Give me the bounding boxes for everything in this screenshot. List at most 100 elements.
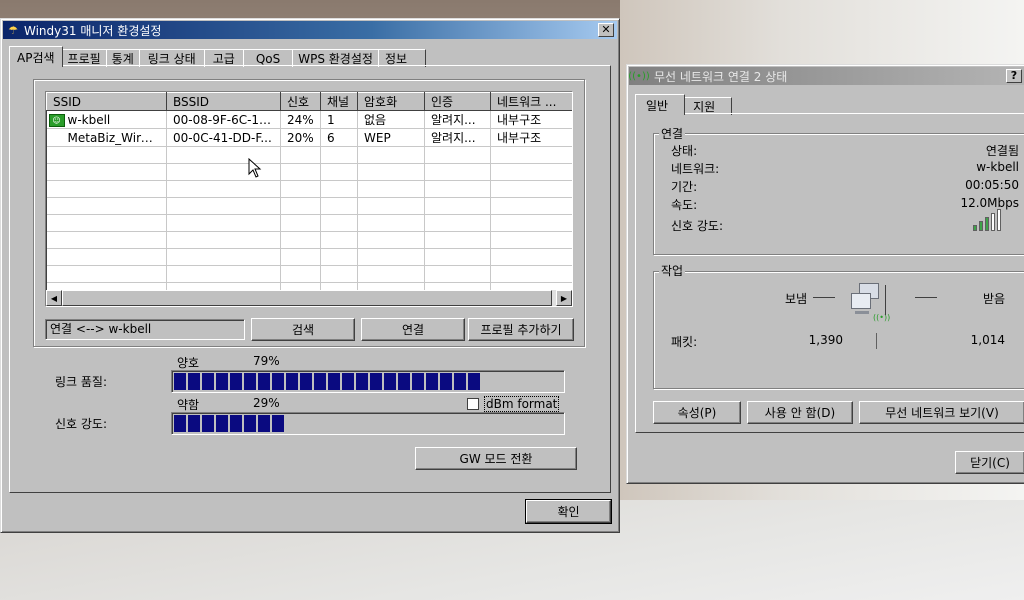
link-quality-percent: 79% <box>253 354 280 368</box>
progress-segment <box>356 373 368 390</box>
signal-bar <box>997 209 1001 231</box>
signal-cell: 24% <box>280 110 321 129</box>
ok-button[interactable]: 확인 <box>525 499 612 524</box>
table-row-empty <box>46 248 572 266</box>
column-header-signal[interactable]: 신호 <box>280 92 321 111</box>
progress-segment <box>328 373 340 390</box>
progress-segment <box>174 415 186 432</box>
tab-general[interactable]: 일반 <box>635 94 686 115</box>
table-row-empty <box>46 146 572 164</box>
connection-group <box>653 133 1024 255</box>
gw-mode-button[interactable]: GW 모드 전환 <box>415 447 577 470</box>
search-button[interactable]: 검색 <box>251 318 355 341</box>
column-header-network[interactable]: 네트워크 ... <box>490 92 572 111</box>
signal-cell: 20% <box>280 128 321 147</box>
column-header-channel[interactable]: 채널 <box>320 92 358 111</box>
table-row-empty <box>46 197 572 215</box>
progress-segment <box>314 373 326 390</box>
connection-status-text: 연결 <--> w-kbell <box>50 322 152 336</box>
received-packets-value: 1,014 <box>970 333 1005 347</box>
ap-list-table: SSID BSSID 신호 채널 암호화 인증 네트워크 ... ☺ w-kbel… <box>46 92 572 300</box>
scroll-right-icon[interactable]: ▶ <box>556 290 572 306</box>
disable-button[interactable]: 사용 안 함(D) <box>747 401 853 424</box>
add-profile-button[interactable]: 프로필 추가하기 <box>468 318 574 341</box>
dbm-format-checkbox[interactable] <box>467 398 479 410</box>
status-label: 상태: <box>671 144 698 158</box>
encryption-cell: WEP <box>357 128 425 147</box>
network-cell: 내부구조 <box>490 128 572 147</box>
network-cell: 내부구조 <box>490 110 572 129</box>
signal-bar <box>979 221 983 231</box>
packets-label: 패킷: <box>671 335 698 349</box>
progress-segment <box>216 373 228 390</box>
connect-button[interactable]: 연결 <box>361 318 465 341</box>
progress-segment <box>174 373 186 390</box>
duration-value: 00:05:50 <box>965 178 1019 192</box>
close-icon[interactable]: ✕ <box>598 23 614 37</box>
wireless-signal-icon: ((•)) <box>628 70 650 82</box>
auth-cell: 알려지... <box>424 128 491 147</box>
progress-segment <box>440 373 452 390</box>
signal-bar <box>985 217 989 231</box>
mouse-cursor-icon <box>248 158 262 178</box>
connection-group-label: 연결 <box>659 125 686 142</box>
column-header-auth[interactable]: 인증 <box>424 92 491 111</box>
progress-segment <box>468 373 480 390</box>
progress-segment <box>258 415 270 432</box>
network-label: 네트워크: <box>671 162 720 176</box>
progress-segment <box>202 415 214 432</box>
progress-segment <box>300 373 312 390</box>
scroll-left-icon[interactable]: ◀ <box>46 290 62 306</box>
progress-segment <box>188 373 200 390</box>
table-row[interactable]: MetaBiz_Wirel... 00-0C-41-DD-F... 20% 6 … <box>46 128 572 147</box>
channel-cell: 6 <box>320 128 358 147</box>
column-header-ssid[interactable]: SSID <box>46 92 167 111</box>
ap-list-h-scrollbar[interactable]: ◀ ▶ <box>46 290 572 306</box>
ap-list-table-frame: SSID BSSID 신호 채널 암호화 인증 네트워크 ... ☺ w-kbel… <box>45 91 573 307</box>
progress-segment <box>384 373 396 390</box>
link-quality-label: 링크 품질: <box>55 375 108 389</box>
network-computers-icon: ((•)) <box>849 275 897 327</box>
column-header-encryption[interactable]: 암호화 <box>357 92 425 111</box>
signal-bar <box>991 213 995 231</box>
signal-strength-label: 신호 강도: <box>55 417 108 431</box>
progress-segment <box>244 415 256 432</box>
sent-line <box>813 297 835 298</box>
encryption-cell: 없음 <box>357 110 425 129</box>
windy31-title-bar[interactable]: ☂ Windy31 매니저 환경설정 ✕ <box>3 21 617 39</box>
progress-segment <box>426 373 438 390</box>
progress-segment <box>244 373 256 390</box>
received-line <box>915 297 937 298</box>
progress-segment <box>272 373 284 390</box>
channel-cell: 1 <box>320 110 358 129</box>
wireless-status-title-bar[interactable]: ((•)) 무선 네트워크 연결 2 상태 ? <box>628 67 1024 85</box>
help-icon[interactable]: ? <box>1006 69 1022 83</box>
sent-packets-value: 1,390 <box>808 333 843 347</box>
progress-segment <box>286 373 298 390</box>
network-value: w-kbell <box>976 160 1019 174</box>
progress-segment <box>398 373 410 390</box>
duration-label: 기간: <box>671 180 698 194</box>
progress-segment <box>202 373 214 390</box>
table-row-empty <box>46 231 572 249</box>
progress-segment <box>230 373 242 390</box>
tab-ap-search[interactable]: AP검색 <box>9 46 63 67</box>
packets-divider <box>876 333 877 349</box>
properties-button[interactable]: 속성(P) <box>653 401 741 424</box>
table-row[interactable]: ☺ w-kbell 00-08-9F-6C-11... 24% 1 없음 알려지.… <box>46 110 572 129</box>
bssid-cell: 00-08-9F-6C-11... <box>166 110 281 129</box>
windy31-settings-window: ☂ Windy31 매니저 환경설정 ✕ AP검색 프로필 통계 링크 상태 고… <box>0 18 620 533</box>
progress-segment <box>370 373 382 390</box>
connected-ap-icon: ☺ <box>48 113 65 127</box>
window-title: 무선 네트워크 연결 2 상태 <box>654 69 788 84</box>
link-quality-bar <box>171 370 565 393</box>
close-button[interactable]: 닫기(C) <box>955 451 1024 474</box>
auth-cell: 알려지... <box>424 110 491 129</box>
progress-segment <box>216 415 228 432</box>
table-row-empty <box>46 265 572 283</box>
scroll-thumb[interactable] <box>62 290 552 306</box>
dbm-format-option[interactable]: dBm format <box>467 396 560 412</box>
column-header-bssid[interactable]: BSSID <box>166 92 281 111</box>
signal-strength-bar <box>171 412 565 435</box>
view-wireless-networks-button[interactable]: 무선 네트워크 보기(V) <box>859 401 1024 424</box>
